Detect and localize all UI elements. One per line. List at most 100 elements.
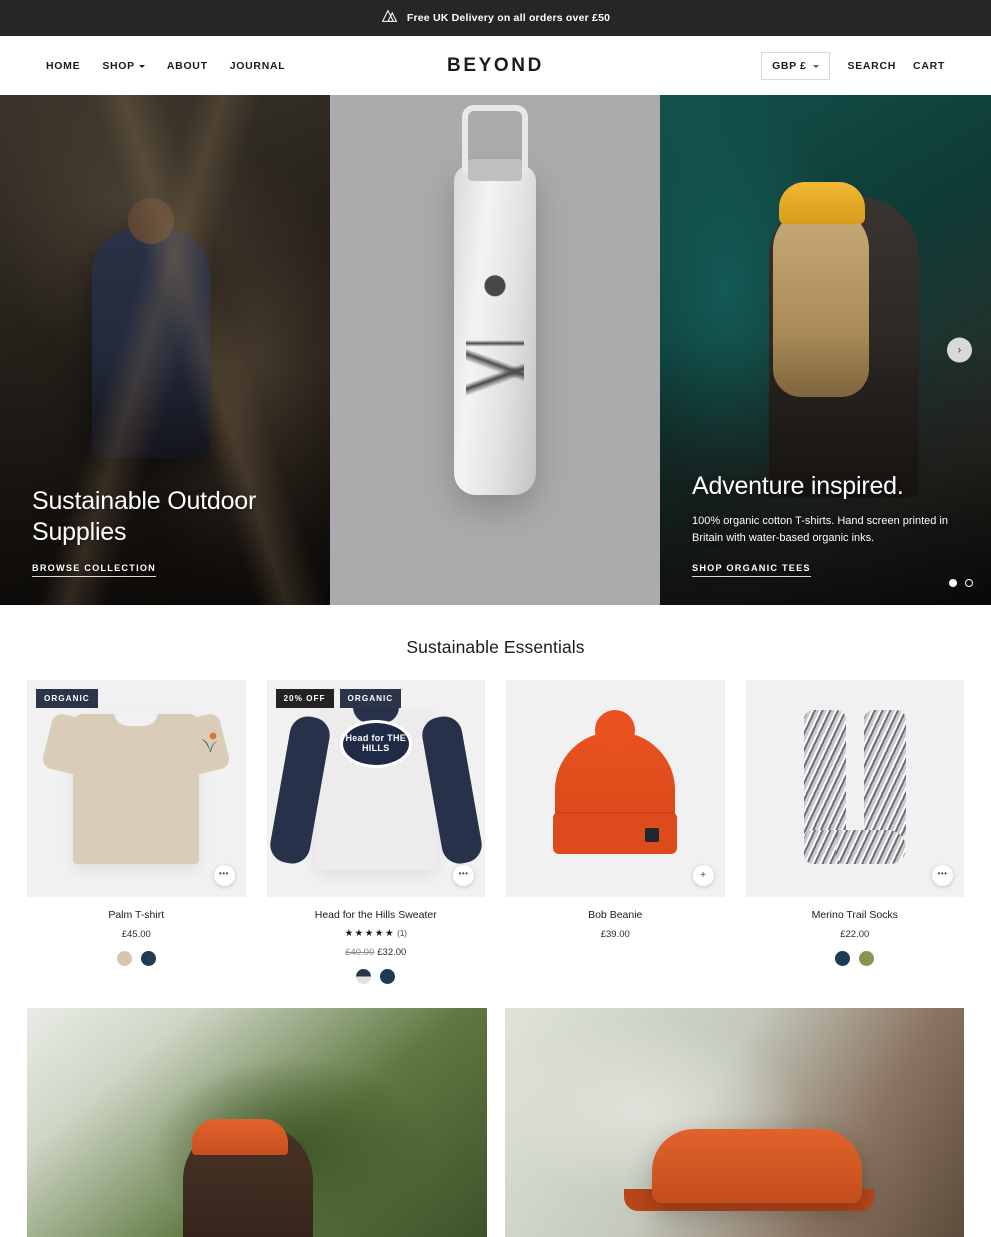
product-price: £39.00 bbox=[600, 929, 630, 940]
search-button[interactable]: SEARCH bbox=[847, 60, 896, 72]
tshirt-collar bbox=[114, 712, 159, 726]
hero-next-arrow-icon[interactable]: › bbox=[947, 337, 972, 363]
hero-dot-2[interactable] bbox=[965, 579, 973, 587]
nav-item-journal[interactable]: JOURNAL bbox=[230, 60, 286, 72]
nav-item-shop[interactable]: SHOP bbox=[102, 60, 145, 72]
product-price: £22.00 bbox=[840, 929, 870, 940]
hero-slide-3-overlay: Adventure inspired. 100% organic cotton … bbox=[692, 471, 967, 577]
bottle-artwork bbox=[466, 257, 524, 417]
quick-view-button[interactable]: ••• bbox=[932, 865, 953, 886]
chevron-down-icon bbox=[138, 64, 145, 68]
mountain-peaks-icon bbox=[381, 8, 398, 28]
add-to-cart-button[interactable]: + bbox=[692, 865, 714, 886]
nav-item-about-label: ABOUT bbox=[166, 59, 208, 72]
lifestyle-subject-cap bbox=[651, 1128, 862, 1203]
nav-item-shop-label: SHOP bbox=[102, 59, 135, 72]
product-swatches bbox=[267, 969, 486, 984]
product-card[interactable]: 20% OFF ORGANIC Head for THE HILLS ••• H… bbox=[266, 680, 486, 984]
lifestyle-tile-man-orange-cap[interactable] bbox=[504, 1008, 964, 1237]
hero-pagination bbox=[949, 579, 973, 587]
bottle-neck bbox=[468, 159, 522, 181]
product-image-merino-socks[interactable]: ••• bbox=[745, 680, 965, 897]
lifestyle-subject-cap bbox=[192, 1118, 289, 1155]
product-title[interactable]: Bob Beanie bbox=[506, 909, 725, 921]
products-section-title: Sustainable Essentials bbox=[406, 637, 585, 657]
hero-slide-1-cta[interactable]: BROWSE COLLECTION bbox=[32, 563, 157, 577]
swatch-navy[interactable] bbox=[140, 951, 156, 966]
nav-item-home-label: HOME bbox=[46, 59, 81, 72]
hero-subject-figure bbox=[769, 197, 920, 497]
swatch-navy[interactable] bbox=[835, 951, 851, 966]
product-card[interactable]: ORGANIC ••• Palm T-shirt £45.00 bbox=[27, 680, 246, 984]
nav-item-home[interactable]: HOME bbox=[46, 60, 80, 72]
hero-slider: Sustainable Outdoor Supplies BROWSE COLL… bbox=[0, 95, 991, 605]
product-title[interactable]: Head for the Hills Sweater bbox=[267, 909, 486, 921]
hero-subject-hair bbox=[772, 207, 869, 398]
product-badges: ORGANIC bbox=[36, 689, 98, 708]
lifestyle-section bbox=[0, 984, 991, 1237]
nav-item-journal-label: JOURNAL bbox=[229, 59, 286, 72]
site-header: HOME SHOP ABOUT JOURNAL BEYOND GBP £ SEA… bbox=[0, 36, 991, 95]
currency-selector[interactable]: GBP £ bbox=[761, 51, 831, 80]
product-bottle-graphic bbox=[454, 159, 536, 495]
currency-selector-label: GBP £ bbox=[772, 59, 807, 72]
chevron-down-icon bbox=[813, 64, 820, 68]
product-title[interactable]: Palm T-shirt bbox=[27, 909, 246, 921]
hero-subject-figure bbox=[92, 227, 211, 458]
header-utilities: GBP £ SEARCH CART bbox=[761, 51, 945, 80]
sock-right bbox=[836, 710, 906, 864]
rating-count: (1) bbox=[397, 929, 407, 938]
hero-dot-1[interactable] bbox=[949, 579, 957, 587]
socks-graphic bbox=[746, 680, 965, 897]
sock-left bbox=[803, 710, 874, 864]
beanie-label-tag bbox=[645, 828, 660, 842]
product-badges: 20% OFF ORGANIC bbox=[275, 689, 402, 708]
badge-organic: ORGANIC bbox=[36, 689, 98, 708]
product-price-sale: £32.00 bbox=[377, 947, 407, 958]
product-grid: ORGANIC ••• Palm T-shirt £45.00 20% OFF … bbox=[0, 680, 991, 984]
announcement-text: Free UK Delivery on all orders over £50 bbox=[406, 12, 611, 24]
product-price-original: £40.00 bbox=[345, 947, 375, 958]
rating-stars: ★★★★★ bbox=[344, 928, 396, 939]
swatch-navy-grey[interactable] bbox=[356, 969, 372, 984]
hero-slide-1-title: Sustainable Outdoor Supplies bbox=[32, 487, 257, 546]
product-swatches bbox=[746, 951, 965, 966]
product-image-hills-sweater[interactable]: 20% OFF ORGANIC Head for THE HILLS ••• bbox=[266, 680, 485, 897]
sweater-print-graphic: Head for THE HILLS bbox=[339, 720, 412, 768]
tshirt-print-motif bbox=[200, 732, 218, 752]
product-price: £40.00 £32.00 bbox=[267, 947, 486, 958]
cart-button[interactable]: CART bbox=[913, 60, 945, 72]
hero-slide-1[interactable]: Sustainable Outdoor Supplies BROWSE COLL… bbox=[0, 95, 330, 605]
beanie-pom-pom bbox=[595, 710, 636, 750]
lifestyle-tile-woman-orange-cap[interactable] bbox=[27, 1008, 487, 1237]
product-card[interactable]: + Bob Beanie £39.00 bbox=[506, 680, 725, 984]
badge-sale: 20% OFF bbox=[275, 689, 334, 708]
product-price: £45.00 bbox=[121, 929, 151, 940]
product-card[interactable]: ••• Merino Trail Socks £22.00 bbox=[745, 680, 965, 984]
quick-view-button[interactable]: ••• bbox=[213, 865, 235, 886]
hero-slide-3-cta[interactable]: SHOP ORGANIC TEES bbox=[692, 563, 811, 577]
product-image-palm-tshirt[interactable]: ORGANIC ••• bbox=[27, 680, 246, 897]
quick-view-button[interactable]: ••• bbox=[453, 865, 474, 886]
hero-image-water-bottle bbox=[330, 95, 660, 605]
swatch-navy[interactable] bbox=[380, 969, 396, 984]
nav-item-about[interactable]: ABOUT bbox=[167, 60, 208, 72]
product-title[interactable]: Merino Trail Socks bbox=[746, 909, 965, 921]
tshirt-graphic bbox=[73, 712, 200, 864]
swatch-sand[interactable] bbox=[116, 951, 132, 966]
cart-button-label: CART bbox=[913, 59, 945, 72]
hero-slide-2[interactable] bbox=[330, 95, 660, 605]
hero-slide-3-title: Adventure inspired. bbox=[692, 472, 904, 501]
hero-slide-1-overlay: Sustainable Outdoor Supplies BROWSE COLL… bbox=[32, 486, 306, 577]
search-button-label: SEARCH bbox=[847, 59, 897, 72]
product-image-bob-beanie[interactable]: + bbox=[506, 680, 725, 897]
swatch-olive[interactable] bbox=[859, 951, 875, 966]
badge-organic: ORGANIC bbox=[339, 689, 402, 708]
hero-slide-3-subtitle: 100% organic cotton T-shirts. Hand scree… bbox=[692, 514, 948, 544]
product-swatches bbox=[27, 951, 246, 966]
hero-subject-cap bbox=[779, 181, 866, 224]
product-rating: ★★★★★ (1) bbox=[267, 928, 486, 939]
beanie-graphic bbox=[553, 710, 678, 854]
primary-navigation: HOME SHOP ABOUT JOURNAL bbox=[46, 60, 285, 72]
hero-slide-3[interactable]: Adventure inspired. 100% organic cotton … bbox=[660, 95, 991, 605]
